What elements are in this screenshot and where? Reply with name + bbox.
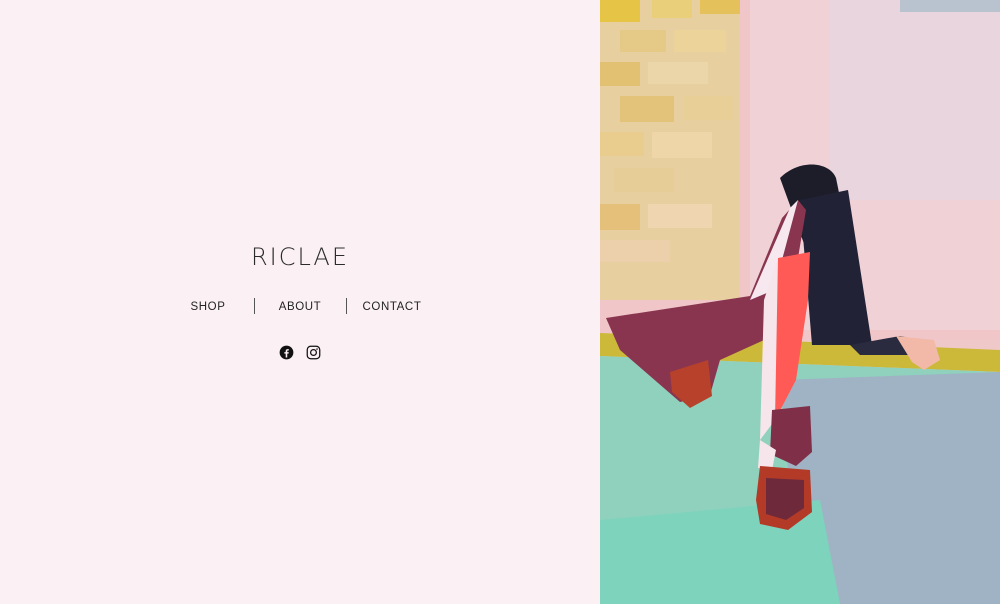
nav-about-link[interactable]: ABOUT — [279, 301, 322, 313]
nav-divider — [254, 298, 255, 314]
page: RICLAE SHOP ABOUT CONTACT — [0, 0, 1000, 604]
left-panel: RICLAE SHOP ABOUT CONTACT — [0, 0, 600, 604]
main-nav: SHOP ABOUT CONTACT — [0, 297, 600, 319]
brand-logo[interactable]: RICLAE — [0, 243, 600, 271]
social-links — [0, 345, 600, 361]
nav-contact-link[interactable]: CONTACT — [363, 301, 422, 313]
nav-shop-link[interactable]: SHOP — [191, 301, 226, 313]
painting-illustration — [600, 0, 1000, 604]
facebook-icon[interactable] — [279, 345, 294, 360]
instagram-icon[interactable] — [306, 345, 321, 360]
hero-painting — [600, 0, 1000, 604]
nav-divider — [346, 298, 347, 314]
